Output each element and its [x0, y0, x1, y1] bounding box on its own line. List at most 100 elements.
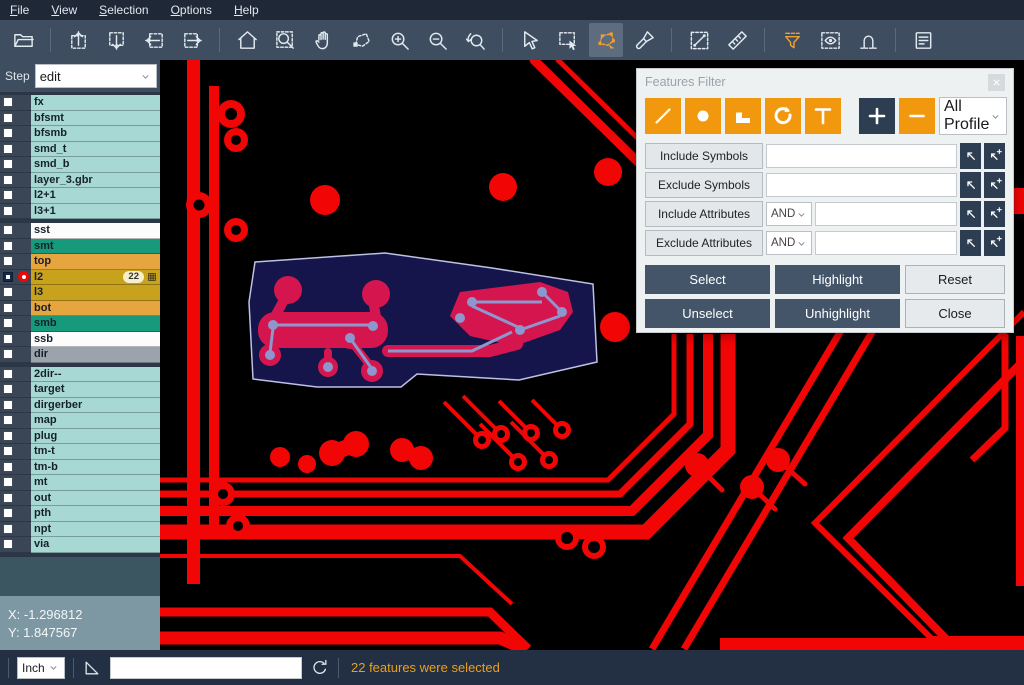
layer-label[interactable]: l3+1 [31, 204, 160, 220]
layer-row-l2+1[interactable]: l2+1 [0, 188, 160, 204]
include-attributes-button[interactable]: Include Attributes [645, 201, 763, 227]
layer-row-smd_t[interactable]: smd_t [0, 142, 160, 158]
include-symbols-input[interactable] [766, 144, 957, 168]
layer-visibility-checkbox[interactable] [0, 95, 16, 111]
layer-row-npt[interactable]: npt [0, 522, 160, 538]
layer-row-ssb[interactable]: ssb [0, 332, 160, 348]
minus-tool-button[interactable] [899, 98, 935, 134]
select-polygon-button[interactable] [589, 23, 623, 57]
layer-label[interactable]: pth [31, 506, 160, 522]
move-down-button[interactable] [99, 23, 133, 57]
layer-label[interactable]: target [31, 382, 160, 398]
plus-tool-button[interactable] [859, 98, 895, 134]
snap-button[interactable] [851, 23, 885, 57]
layer-visibility-checkbox[interactable] [0, 111, 16, 127]
layer-row-bot[interactable]: bot [0, 301, 160, 317]
layer-row-fx[interactable]: fx [0, 95, 160, 111]
layer-visibility-checkbox[interactable] [0, 301, 16, 317]
layer-label[interactable]: smb [31, 316, 160, 332]
layer-row-tm-b[interactable]: tm-b [0, 460, 160, 476]
layer-row-layer_3.gbr[interactable]: layer_3.gbr [0, 173, 160, 189]
pick-arrow-add-button[interactable] [984, 143, 1005, 169]
pick-arrow-add-button[interactable] [984, 172, 1005, 198]
menu-file[interactable]: File [10, 3, 29, 17]
layer-row-l2[interactable]: l222 [0, 270, 160, 286]
layer-visibility-checkbox[interactable] [0, 157, 16, 173]
layer-label[interactable]: ssb [31, 332, 160, 348]
layer-row-plug[interactable]: plug [0, 429, 160, 445]
layer-visibility-checkbox[interactable] [0, 382, 16, 398]
and-operator-select[interactable]: AND [766, 231, 812, 255]
layer-label[interactable]: fx [31, 95, 160, 111]
move-left-button[interactable] [137, 23, 171, 57]
layer-label[interactable]: tm-t [31, 444, 160, 460]
zoom-in-button[interactable] [382, 23, 416, 57]
layer-visibility-checkbox[interactable] [0, 444, 16, 460]
layer-row-smt[interactable]: smt [0, 239, 160, 255]
zoom-window-button[interactable] [268, 23, 302, 57]
layer-visibility-checkbox[interactable] [0, 270, 16, 286]
layer-label[interactable]: dir [31, 347, 160, 363]
exclude-attributes-input[interactable] [815, 231, 957, 255]
exclude-symbols-input[interactable] [766, 173, 957, 197]
highlight-button[interactable]: Highlight [775, 265, 900, 294]
menu-selection[interactable]: Selection [99, 3, 148, 17]
layer-visibility-checkbox[interactable] [0, 142, 16, 158]
layer-label[interactable]: smd_b [31, 157, 160, 173]
layer-label[interactable]: map [31, 413, 160, 429]
layer-label[interactable]: out [31, 491, 160, 507]
layer-row-smb[interactable]: smb [0, 316, 160, 332]
layer-visibility-checkbox[interactable] [0, 254, 16, 270]
layer-row-l3[interactable]: l3 [0, 285, 160, 301]
layer-row-dirgerber[interactable]: dirgerber [0, 398, 160, 414]
layer-row-mt[interactable]: mt [0, 475, 160, 491]
layer-row-2dir--[interactable]: 2dir-- [0, 367, 160, 383]
layer-visibility-checkbox[interactable] [0, 332, 16, 348]
layer-visibility-checkbox[interactable] [0, 429, 16, 445]
select-rectangle-button[interactable] [551, 23, 585, 57]
menu-view[interactable]: View [51, 3, 77, 17]
layer-visibility-checkbox[interactable] [0, 398, 16, 414]
layer-label[interactable]: 2dir-- [31, 367, 160, 383]
dialog-title-bar[interactable]: Features Filter [645, 69, 1005, 95]
layer-row-top[interactable]: top [0, 254, 160, 270]
exclude-symbols-button[interactable]: Exclude Symbols [645, 172, 763, 198]
zoom-out-button[interactable] [420, 23, 454, 57]
include-symbols-button[interactable]: Include Symbols [645, 143, 763, 169]
move-up-button[interactable] [61, 23, 95, 57]
line-tool-button[interactable] [645, 98, 681, 134]
layer-visibility-checkbox[interactable] [0, 223, 16, 239]
command-input[interactable] [110, 657, 302, 679]
pick-arrow-add-button[interactable] [984, 201, 1005, 227]
pad-tool-button[interactable] [685, 98, 721, 134]
layer-visibility-checkbox[interactable] [0, 347, 16, 363]
reset-button[interactable]: Reset [905, 265, 1005, 294]
ruler-button[interactable] [720, 23, 754, 57]
select-pointer-button[interactable] [513, 23, 547, 57]
pick-arrow-button[interactable] [960, 201, 981, 227]
select-button[interactable]: Select [645, 265, 770, 294]
layer-visibility-checkbox[interactable] [0, 239, 16, 255]
layers-panel-button[interactable] [906, 23, 940, 57]
unhighlight-button[interactable]: Unhighlight [775, 299, 900, 328]
open-project-button[interactable] [6, 23, 40, 57]
text-tool-button[interactable] [805, 98, 841, 134]
exclude-attributes-button[interactable]: Exclude Attributes [645, 230, 763, 256]
layer-visibility-checkbox[interactable] [0, 188, 16, 204]
corner-ruler-icon[interactable] [82, 658, 102, 678]
layer-label[interactable]: sst [31, 223, 160, 239]
layer-label[interactable]: bfsmb [31, 126, 160, 142]
clear-selection-button[interactable] [627, 23, 661, 57]
layer-row-bfsmt[interactable]: bfsmt [0, 111, 160, 127]
layer-visibility-checkbox[interactable] [0, 475, 16, 491]
layer-label[interactable]: dirgerber [31, 398, 160, 414]
layer-visibility-checkbox[interactable] [0, 285, 16, 301]
surface-tool-button[interactable] [725, 98, 761, 134]
layer-row-tm-t[interactable]: tm-t [0, 444, 160, 460]
pick-arrow-button[interactable] [960, 230, 981, 256]
layer-label[interactable]: via [31, 537, 160, 553]
layer-row-sst[interactable]: sst [0, 223, 160, 239]
layer-row-bfsmb[interactable]: bfsmb [0, 126, 160, 142]
layer-label[interactable]: smd_t [31, 142, 160, 158]
layer-label[interactable]: plug [31, 429, 160, 445]
